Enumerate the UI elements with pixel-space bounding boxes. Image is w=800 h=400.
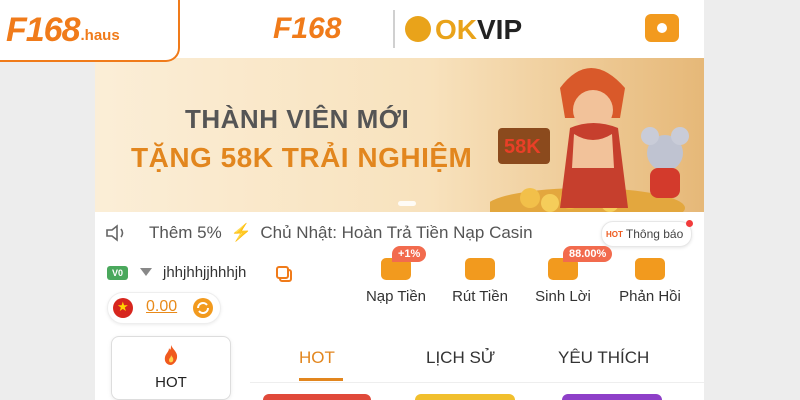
withdraw-label: Rút Tiền — [452, 288, 508, 305]
banner-character-art: 58K — [490, 68, 689, 212]
banner-subtitle: TẶNG 58K TRẢI NGHIỆM — [131, 142, 473, 173]
tab-favorites[interactable]: YÊU THÍCH — [558, 348, 649, 368]
game-card-peek[interactable] — [415, 394, 515, 400]
copy-icon[interactable] — [275, 265, 293, 283]
vietnam-flag-icon — [113, 298, 133, 318]
logo-divider — [393, 10, 395, 48]
okvip-logo-ok: OK — [435, 14, 477, 45]
tab-active-indicator — [299, 378, 343, 381]
notification-dot — [686, 220, 694, 227]
carousel-indicator[interactable] — [398, 201, 416, 206]
f168-haus-watermark-logo: F168 .haus — [0, 0, 180, 62]
savings-rate-tag: 88.00% — [563, 246, 613, 262]
notification-button[interactable]: HOT Thông báo — [601, 220, 694, 247]
deposit-button[interactable]: +1% Nạp Tiền — [356, 246, 436, 305]
feedback-button[interactable]: Phản Hồi — [610, 258, 690, 305]
okvip-logo[interactable]: OKVIP — [435, 14, 522, 46]
savings-label: Sinh Lời — [535, 288, 591, 305]
okvip-hand-icon — [405, 16, 431, 42]
speaker-icon — [106, 224, 124, 242]
banner-badge: 58K — [504, 136, 541, 158]
lightning-icon: ⚡ — [230, 223, 252, 242]
mobile-page: F168 OKVIP THÀNH VIÊN MỚI TẶNG 58K TRẢI … — [95, 0, 704, 400]
vip-level-badge: V0 — [107, 266, 128, 280]
chevron-down-icon[interactable] — [140, 268, 152, 276]
notify-hot-label: HOT — [606, 229, 623, 239]
watermark-brand: F168 — [6, 10, 80, 49]
watermark-suffix: .haus — [80, 26, 120, 44]
withdraw-button[interactable]: Rút Tiền — [440, 258, 520, 305]
feedback-label: Phản Hồi — [619, 288, 681, 305]
savings-button[interactable]: 88.00% Sinh Lời — [523, 246, 613, 305]
username: jhhjhhjjhhhjh — [163, 264, 247, 281]
header: F168 OKVIP — [95, 0, 704, 58]
f168-logo[interactable]: F168 — [273, 12, 341, 46]
refresh-icon[interactable] — [192, 297, 214, 319]
banner-title: THÀNH VIÊN MỚI — [185, 104, 410, 134]
ticker-text-2: Chủ Nhật: Hoàn Trả Tiền Nạp Casin — [260, 223, 533, 242]
okvip-logo-vip: VIP — [477, 14, 523, 45]
balance-value: 0.00 — [146, 298, 178, 315]
tab-divider — [250, 382, 704, 383]
deposit-bonus-tag: +1% — [392, 246, 427, 262]
ticker-text-1: Thêm 5% — [149, 223, 222, 242]
game-card-peek[interactable] — [562, 394, 662, 400]
edit-icon — [635, 258, 665, 280]
game-card-peek[interactable] — [263, 394, 371, 400]
category-hot[interactable]: HOT — [111, 336, 231, 400]
notify-label: Thông báo — [625, 227, 684, 241]
balance-pill: 0.00 — [107, 292, 221, 324]
cash-icon — [465, 258, 495, 280]
gift-icon[interactable] — [645, 14, 679, 42]
promo-banner[interactable]: THÀNH VIÊN MỚI TẶNG 58K TRẢI NGHIỆM 58K — [95, 58, 704, 212]
tab-hot[interactable]: HOT — [299, 348, 335, 368]
tab-history[interactable]: LỊCH SỬ — [426, 348, 495, 368]
category-hot-label: HOT — [155, 374, 187, 391]
ticker-message: Thêm 5% ⚡ Chủ Nhật: Hoàn Trả Tiền Nạp Ca… — [149, 223, 533, 243]
deposit-label: Nạp Tiền — [365, 288, 427, 305]
flame-icon — [164, 345, 178, 365]
